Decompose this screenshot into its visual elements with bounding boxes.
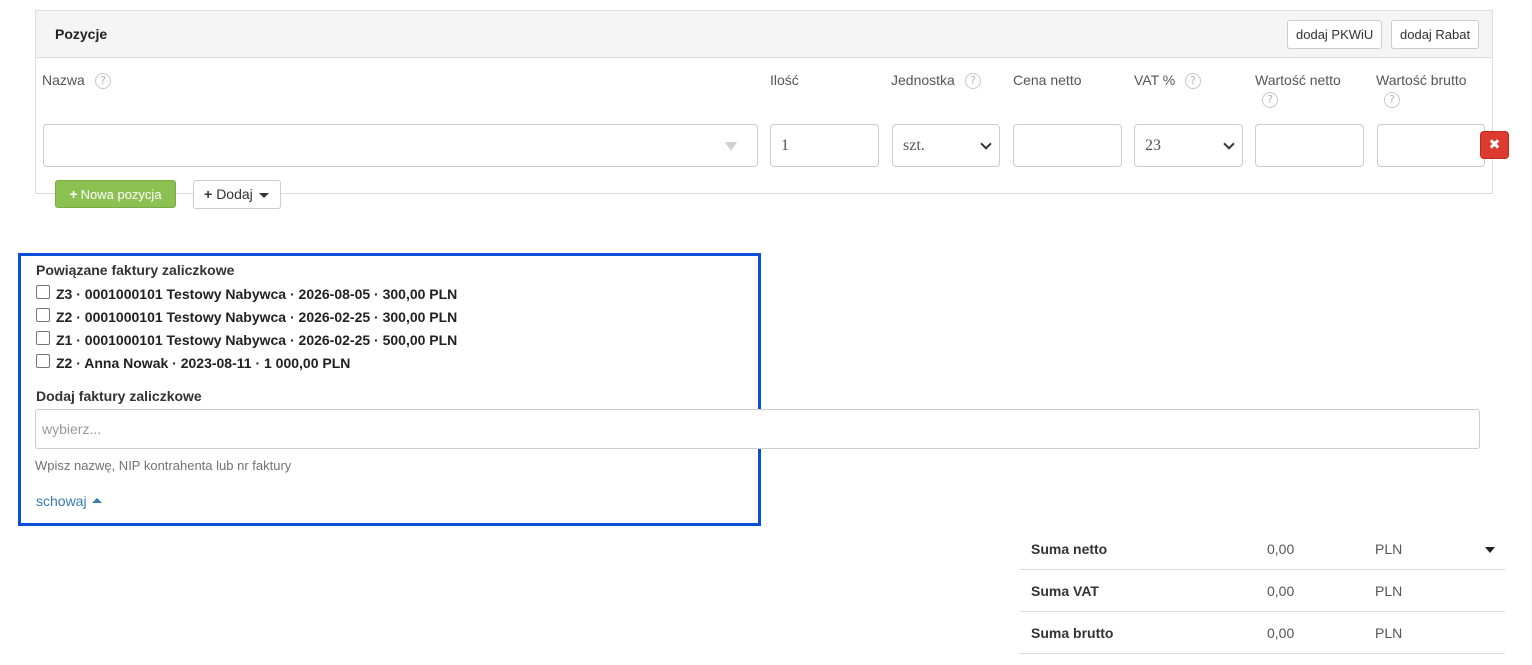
hide-advances-link[interactable]: schowaj (36, 493, 102, 509)
totals-row: Suma netto 0,00 PLN (1019, 528, 1505, 570)
column-net-price-label: Cena netto (1013, 72, 1082, 88)
quantity-input[interactable]: 1 (770, 124, 879, 167)
plus-icon: + (69, 186, 78, 202)
positions-panel-header: Pozycje dodaj PKWiU dodaj Rabat (36, 11, 1492, 58)
total-label: Suma brutto (1031, 625, 1114, 641)
positions-title: Pozycje (55, 26, 108, 42)
add-advances-title: Dodaj faktury zaliczkowe (36, 388, 202, 404)
unit-select[interactable]: szt. (892, 124, 1000, 167)
unit-value: szt. (903, 137, 925, 154)
add-dropdown-label: Dodaj (216, 186, 253, 202)
advance-search-placeholder: wybierz... (42, 421, 102, 437)
total-currency: PLN (1375, 625, 1403, 641)
item-name-select[interactable] (43, 124, 758, 167)
column-qty-label: Ilość (770, 72, 799, 88)
advance-invoice-label: Z2 · 0001000101 Testowy Nabywca · 2026-0… (56, 309, 458, 325)
new-item-label: Nowa pozycja (80, 187, 162, 202)
advance-invoice-label: Z2 · Anna Nowak · 2023-08-11 · 1 000,00 … (56, 355, 351, 371)
total-value: 0,00 (1267, 541, 1295, 557)
add-dropdown-button[interactable]: + Dodaj (193, 180, 281, 209)
add-discount-button[interactable]: dodaj Rabat (1391, 20, 1480, 49)
total-value: 0,00 (1267, 625, 1295, 641)
net-value-help-icon[interactable]: ? (1262, 92, 1278, 108)
advance-checkbox[interactable] (36, 331, 50, 345)
column-gross-value-label: Wartość brutto (1376, 72, 1467, 88)
total-label: Suma netto (1031, 541, 1108, 557)
vat-value: 23 (1145, 137, 1161, 154)
caret-down-icon[interactable] (1485, 547, 1495, 553)
column-name-label: Nazwa (42, 72, 85, 88)
total-label: Suma VAT (1031, 583, 1099, 599)
close-icon: ✖ (1488, 137, 1501, 153)
delete-row-button[interactable]: ✖ (1480, 131, 1509, 159)
chevron-down-icon (980, 138, 992, 150)
totals-row: Suma VAT 0,00 PLN (1019, 570, 1505, 612)
column-unit-label: Jednostka (891, 72, 955, 88)
vat-select[interactable]: 23 (1134, 124, 1243, 167)
quantity-value: 1 (781, 137, 789, 154)
advance-invoice-label: Z3 · 0001000101 Testowy Nabywca · 2026-0… (56, 286, 458, 302)
advance-search-input[interactable]: wybierz... (35, 409, 1480, 449)
totals-row: Suma brutto 0,00 PLN (1019, 612, 1505, 654)
total-currency: PLN (1375, 541, 1403, 557)
caret-down-icon (258, 192, 269, 198)
gross-value-help-icon[interactable]: ? (1384, 92, 1400, 108)
totals-table: Suma netto 0,00 PLN Suma VAT 0,00 PLN Su… (1019, 528, 1505, 654)
name-help-icon[interactable]: ? (95, 73, 111, 89)
chevron-down-icon (1223, 138, 1235, 150)
advance-checkbox[interactable] (36, 354, 50, 368)
hide-link-label: schowaj (36, 493, 87, 509)
linked-advances-title: Powiązane faktury zaliczkowe (36, 262, 235, 278)
plus-icon: + (204, 186, 213, 202)
add-pkwiu-button[interactable]: dodaj PKWiU (1287, 20, 1383, 49)
advance-checkbox[interactable] (36, 308, 50, 322)
dropdown-arrow-icon (725, 142, 737, 151)
advance-invoice-label: Z1 · 0001000101 Testowy Nabywca · 2026-0… (56, 332, 458, 348)
vat-help-icon[interactable]: ? (1185, 73, 1201, 89)
total-currency: PLN (1375, 583, 1403, 599)
column-vat-label: VAT % (1134, 72, 1176, 88)
net-price-input[interactable] (1013, 124, 1122, 167)
advance-checkbox[interactable] (36, 285, 50, 299)
unit-help-icon[interactable]: ? (965, 73, 981, 89)
advance-search-hint: Wpisz nazwę, NIP kontrahenta lub nr fakt… (35, 458, 292, 473)
new-item-button[interactable]: + Nowa pozycja (55, 180, 176, 208)
column-net-value-label: Wartość netto (1255, 72, 1341, 88)
caret-up-icon (91, 498, 102, 503)
gross-value-input[interactable] (1377, 124, 1485, 167)
total-value: 0,00 (1267, 583, 1295, 599)
net-value-input[interactable] (1255, 124, 1364, 167)
